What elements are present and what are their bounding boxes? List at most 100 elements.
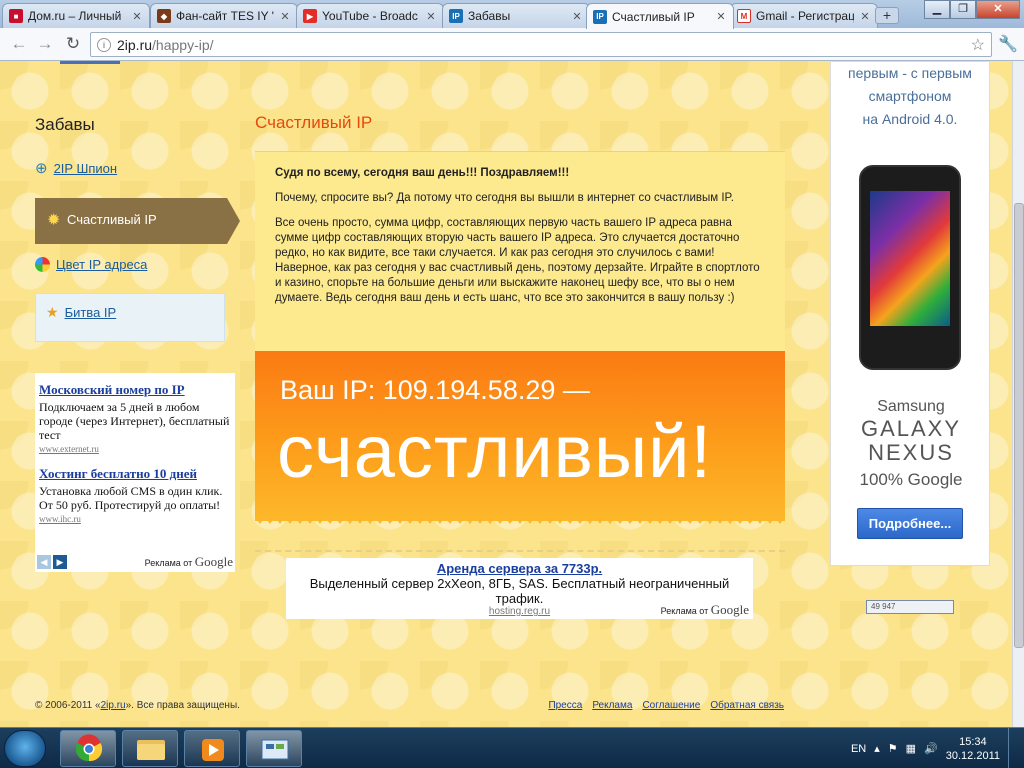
target-icon: ⊕: [35, 160, 48, 177]
bookmark-star-icon[interactable]: ☆: [971, 35, 985, 55]
gmail-icon: M: [737, 9, 751, 23]
brand-text: Samsung: [877, 398, 945, 415]
footer-link-agreement[interactable]: Соглашение: [642, 700, 700, 711]
tab-happy-ip[interactable]: IP Счастливый IP ✕: [586, 3, 734, 29]
network-icon[interactable]: ▦: [906, 742, 916, 755]
sidebar-item-ip-battle[interactable]: ★ Битва IP: [46, 304, 236, 321]
sidebar-item-ip-battle-box[interactable]: ★ Битва IP: [35, 293, 225, 342]
url-text[interactable]: 2ip.ru/happy-ip/: [117, 37, 965, 53]
ip-icon: IP: [593, 9, 607, 24]
clock[interactable]: 15:34 30.12.2011: [946, 735, 1000, 763]
page-info-icon[interactable]: i: [97, 37, 111, 52]
banner-zigzag: [255, 517, 785, 524]
ads-by-google[interactable]: Реклама от Google: [661, 602, 749, 618]
ads-by-google[interactable]: Реклама от Google: [145, 554, 233, 570]
system-tray: EN ▴ ⚑ ▦ 🔊 15:34 30.12.2011: [851, 728, 1020, 768]
tab-title: YouTube - Broadc: [322, 9, 418, 23]
clock-time: 15:34: [959, 735, 987, 748]
ad-url[interactable]: www.externet.ru: [39, 444, 231, 454]
sidebar-item-label[interactable]: Битва IP: [65, 305, 117, 320]
close-tab-icon[interactable]: ✕: [425, 10, 437, 23]
visit-counter[interactable]: 49 947: [866, 600, 954, 614]
color-ball-icon: [35, 257, 50, 272]
tab-domru[interactable]: ■ Дом.ru – Личный ✕: [2, 3, 150, 28]
wrench-menu-icon[interactable]: 🔧: [998, 34, 1018, 54]
reload-icon[interactable]: ↻: [62, 33, 84, 55]
ad-url[interactable]: www.ihc.ru: [39, 514, 231, 524]
url-path: /happy-ip/: [152, 36, 214, 53]
address-bar[interactable]: i 2ip.ru/happy-ip/ ☆: [90, 32, 992, 57]
close-tab-icon[interactable]: ✕: [571, 10, 583, 23]
taskbar-explorer[interactable]: [122, 730, 178, 767]
browser-toolbar: ← → ↻ i 2ip.ru/happy-ip/ ☆ 🔧: [0, 28, 1024, 61]
taskbar-media[interactable]: [184, 730, 240, 767]
ad-next-icon[interactable]: ▶: [53, 555, 67, 569]
sidebar-item-label[interactable]: Цвет IP адреса: [56, 257, 147, 272]
ad-footer: ◀ ▶ Реклама от Google: [37, 554, 233, 570]
taskbar-chrome[interactable]: [60, 730, 116, 767]
footer-link-ads[interactable]: Реклама: [592, 700, 632, 711]
counter-value: 49 947: [871, 602, 896, 611]
tab-title: Счастливый IP: [612, 9, 695, 24]
ads-by-label: Реклама от: [660, 606, 709, 616]
google-logo: Google: [710, 602, 749, 617]
phone-image: [859, 165, 961, 370]
vertical-scrollbar[interactable]: [1012, 61, 1024, 727]
sidebar-item-label: Счастливый IP: [67, 212, 157, 227]
happy-message: Судя по всему, сегодня ваш день!!! Поздр…: [255, 151, 785, 351]
chevron-up-icon[interactable]: ▴: [874, 742, 880, 755]
ad-title[interactable]: Московский номер по IP: [39, 382, 231, 398]
more-button[interactable]: Подробнее...: [857, 508, 963, 539]
ad-title[interactable]: Аренда сервера за 7733р.: [286, 561, 753, 576]
close-tab-icon[interactable]: ✕: [279, 10, 291, 23]
tab-title: Gmail - Регистрац: [756, 9, 854, 23]
maximize-icon[interactable]: ❐: [950, 0, 976, 19]
ad-text: на Android 4.0.: [862, 111, 958, 127]
tab-youtube[interactable]: ▶ YouTube - Broadc ✕: [296, 3, 444, 28]
ip-verdict: счастливый!: [277, 410, 713, 493]
ad-prev-icon[interactable]: ◀: [37, 555, 51, 569]
tab-zabavy[interactable]: IP Забавы ✕: [442, 3, 590, 28]
tagline-text: 100% Google: [859, 470, 963, 489]
new-tab-button[interactable]: +: [875, 7, 899, 24]
volume-icon[interactable]: 🔊: [924, 742, 938, 755]
paragraph: Все очень просто, сумма цифр, составляющ…: [275, 217, 760, 304]
footer-link-press[interactable]: Пресса: [548, 700, 582, 711]
action-center-flag-icon[interactable]: ⚑: [888, 742, 898, 755]
copyright-link[interactable]: 2ip.ru: [101, 700, 126, 711]
forward-icon[interactable]: →: [34, 33, 56, 55]
ip-line: Ваш IP: 109.194.58.29 —: [280, 375, 590, 405]
tab-fansite[interactable]: ◆ Фан-сайт TES IY " ✕: [150, 3, 298, 28]
sidebar-item-2ip-spy[interactable]: ⊕ 2IP Шпион: [35, 159, 225, 177]
sidebar-title: Забавы: [35, 115, 95, 134]
show-desktop-button[interactable]: [1008, 728, 1020, 768]
close-tab-icon[interactable]: ✕: [859, 10, 871, 23]
sidebar-item-ip-color[interactable]: Цвет IP адреса: [35, 257, 225, 272]
start-button[interactable]: [4, 730, 46, 767]
footer-link-feedback[interactable]: Обратная связь: [710, 700, 784, 711]
taskbar-control-panel[interactable]: [246, 730, 302, 767]
close-window-icon[interactable]: ✕: [976, 0, 1020, 19]
page-title: Счастливый IP: [255, 113, 373, 132]
close-tab-icon[interactable]: ✕: [715, 10, 727, 23]
tab-title: Дом.ru – Личный: [28, 9, 122, 23]
footer-links: Пресса Реклама Соглашение Обратная связь: [548, 700, 784, 711]
nexus-ad[interactable]: первым - с первым смартфоном на Android …: [830, 61, 990, 566]
language-indicator[interactable]: EN: [851, 743, 866, 755]
control-panel-icon: [261, 739, 289, 760]
ad-title[interactable]: Хостинг бесплатно 10 дней: [39, 466, 231, 482]
back-icon[interactable]: ←: [8, 33, 30, 55]
medal-icon: ★: [46, 304, 59, 320]
sidebar-item-label[interactable]: 2IP Шпион: [54, 161, 118, 176]
google-ad-left: Московский номер по IP Подключаем за 5 д…: [35, 373, 235, 572]
scrollbar-thumb[interactable]: [1014, 203, 1024, 648]
window-controls: ▁ ❐ ✕: [924, 0, 1020, 19]
sun-icon: ✹: [47, 212, 61, 229]
minimize-icon[interactable]: ▁: [924, 0, 950, 19]
url-host: 2ip.ru: [117, 36, 153, 53]
tab-gmail[interactable]: M Gmail - Регистрац ✕: [730, 3, 878, 28]
sidebar-item-happy-ip[interactable]: ✹ Счастливый IP: [35, 198, 240, 244]
close-tab-icon[interactable]: ✕: [131, 10, 143, 23]
youtube-icon: ▶: [303, 9, 317, 23]
model-text: GALAXY: [860, 416, 962, 441]
